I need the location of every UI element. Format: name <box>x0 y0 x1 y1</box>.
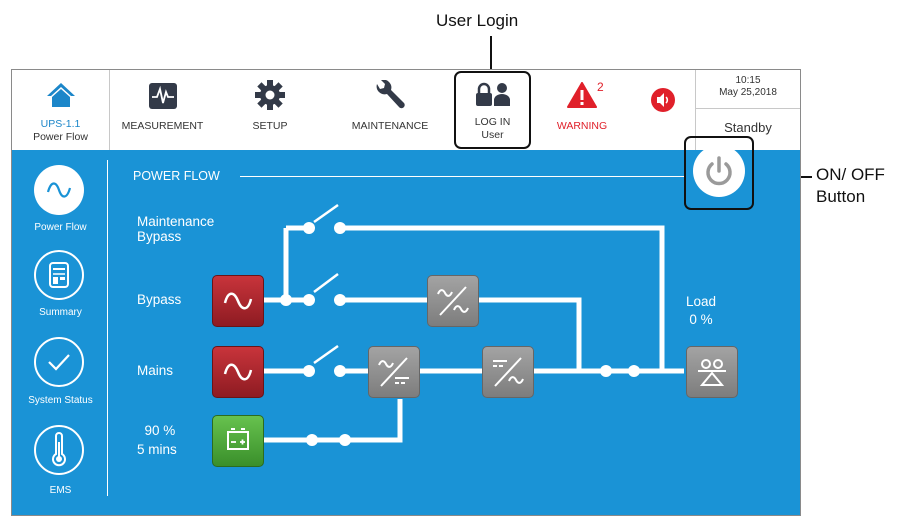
login-label-line1: LOG IN <box>474 116 511 128</box>
clock-date: May 25,2018 <box>719 87 777 98</box>
load-icon <box>698 359 726 386</box>
battery-line <box>261 399 403 443</box>
measurement-button[interactable]: MEASUREMENT <box>110 70 215 150</box>
bypass-switch <box>313 273 339 293</box>
home-label-line1: UPS-1.1 <box>40 118 81 130</box>
sidebar-divider <box>107 160 108 496</box>
status-badge: Standby <box>724 120 772 135</box>
switch-node <box>303 365 315 377</box>
gear-icon <box>255 80 285 110</box>
battery-icon <box>227 428 249 450</box>
ac-source-icon <box>223 292 253 310</box>
mains-switch <box>313 344 339 365</box>
user-login-callout: User Login <box>436 11 519 30</box>
sidebar-label-ems: EMS <box>49 485 72 496</box>
summary-icon <box>49 262 69 288</box>
sine-wave-icon <box>46 182 72 198</box>
switch-node <box>303 222 315 234</box>
inverter-icon <box>493 357 524 387</box>
battery-status: 90 % 5 mins <box>137 423 177 457</box>
switch-node <box>306 434 318 446</box>
power-flow-panel: POWER FLOW Maintenance Bypass Bypass Mai… <box>109 136 800 515</box>
battery-runtime: 5 mins <box>137 442 177 457</box>
user-login-callout-line <box>490 36 492 72</box>
inverter-tile[interactable] <box>482 346 534 398</box>
battery-tile[interactable] <box>212 415 264 467</box>
rectifier-tile[interactable] <box>368 346 420 398</box>
login-button[interactable]: LOG IN User <box>454 70 531 150</box>
maintenance-label: MAINTENANCE <box>351 120 429 132</box>
maintenance-bypass-label: Maintenance Bypass <box>137 214 214 244</box>
maintenance-button[interactable]: MAINTENANCE <box>325 70 455 150</box>
switch-node <box>280 294 292 306</box>
home-button[interactable]: UPS-1.1 Power Flow <box>12 70 109 150</box>
sidebar-item-ems[interactable] <box>34 425 84 475</box>
load-value: 0 % <box>689 312 713 327</box>
sidebar: Power Flow Summary System Status EMS <box>12 150 109 515</box>
switch-node <box>628 365 640 377</box>
power-icon <box>706 156 732 186</box>
wrench-icon <box>376 80 405 109</box>
load-tile[interactable] <box>686 346 738 398</box>
on-off-callout-line1: ON/ OFF <box>816 165 885 184</box>
clock: 10:15 May 25,2018 <box>696 70 800 108</box>
login-label-line2: User <box>481 129 504 141</box>
divider <box>696 108 800 109</box>
bypass-label: Bypass <box>137 292 182 307</box>
static-bypass-switch-tile[interactable] <box>427 275 479 327</box>
warning-label: WARNING <box>556 120 608 132</box>
ups-display: UPS-1.1 Power Flow MEASUREMENT SETUP MAI… <box>11 69 801 516</box>
bypass-source-tile[interactable] <box>212 275 264 327</box>
maintenance-bypass-label-line1: Maintenance <box>137 214 215 229</box>
maintenance-bypass-label-line2: Bypass <box>137 229 182 244</box>
sidebar-item-system-status[interactable] <box>34 337 84 387</box>
sidebar-label-power-flow: Power Flow <box>34 222 87 233</box>
switch-node <box>339 434 351 446</box>
power-button[interactable] <box>693 145 745 197</box>
measurement-label: MEASUREMENT <box>121 120 204 132</box>
user-lock-icon <box>475 82 510 106</box>
maintenance-bypass-switch <box>313 203 339 224</box>
warning-button[interactable]: 2 WARNING <box>532 70 632 150</box>
clock-time: 10:15 <box>735 75 761 86</box>
sidebar-item-power-flow[interactable] <box>34 165 84 215</box>
home-icon <box>46 83 75 107</box>
sidebar-label-system-status: System Status <box>28 395 93 406</box>
setup-label: SETUP <box>252 120 288 132</box>
switch-node <box>303 294 315 306</box>
load-title: Load <box>686 294 717 309</box>
sidebar-item-summary[interactable] <box>34 250 84 300</box>
mains-label: Mains <box>137 363 174 378</box>
static-switch-icon <box>437 286 469 316</box>
battery-charge: 90 % <box>144 423 176 438</box>
speaker-icon <box>651 88 675 112</box>
switch-node <box>334 365 346 377</box>
checkmark-icon <box>48 354 70 371</box>
thermometer-icon <box>52 432 66 467</box>
warning-icon <box>567 82 597 108</box>
setup-button[interactable]: SETUP <box>215 70 325 150</box>
waveform-icon <box>148 83 177 109</box>
on-off-callout: ON/ OFF Button <box>816 164 885 208</box>
load-status: Load 0 % <box>686 294 716 327</box>
sidebar-label-summary: Summary <box>39 307 82 318</box>
mains-source-tile[interactable] <box>212 346 264 398</box>
switch-node <box>334 294 346 306</box>
switch-node <box>334 222 346 234</box>
rectifier-icon <box>378 357 409 387</box>
ac-source-icon <box>223 363 253 381</box>
warning-count: 2 <box>597 80 604 94</box>
on-off-callout-line2: Button <box>816 187 866 206</box>
home-label-line2: Power Flow <box>33 131 88 143</box>
switch-node <box>600 365 612 377</box>
